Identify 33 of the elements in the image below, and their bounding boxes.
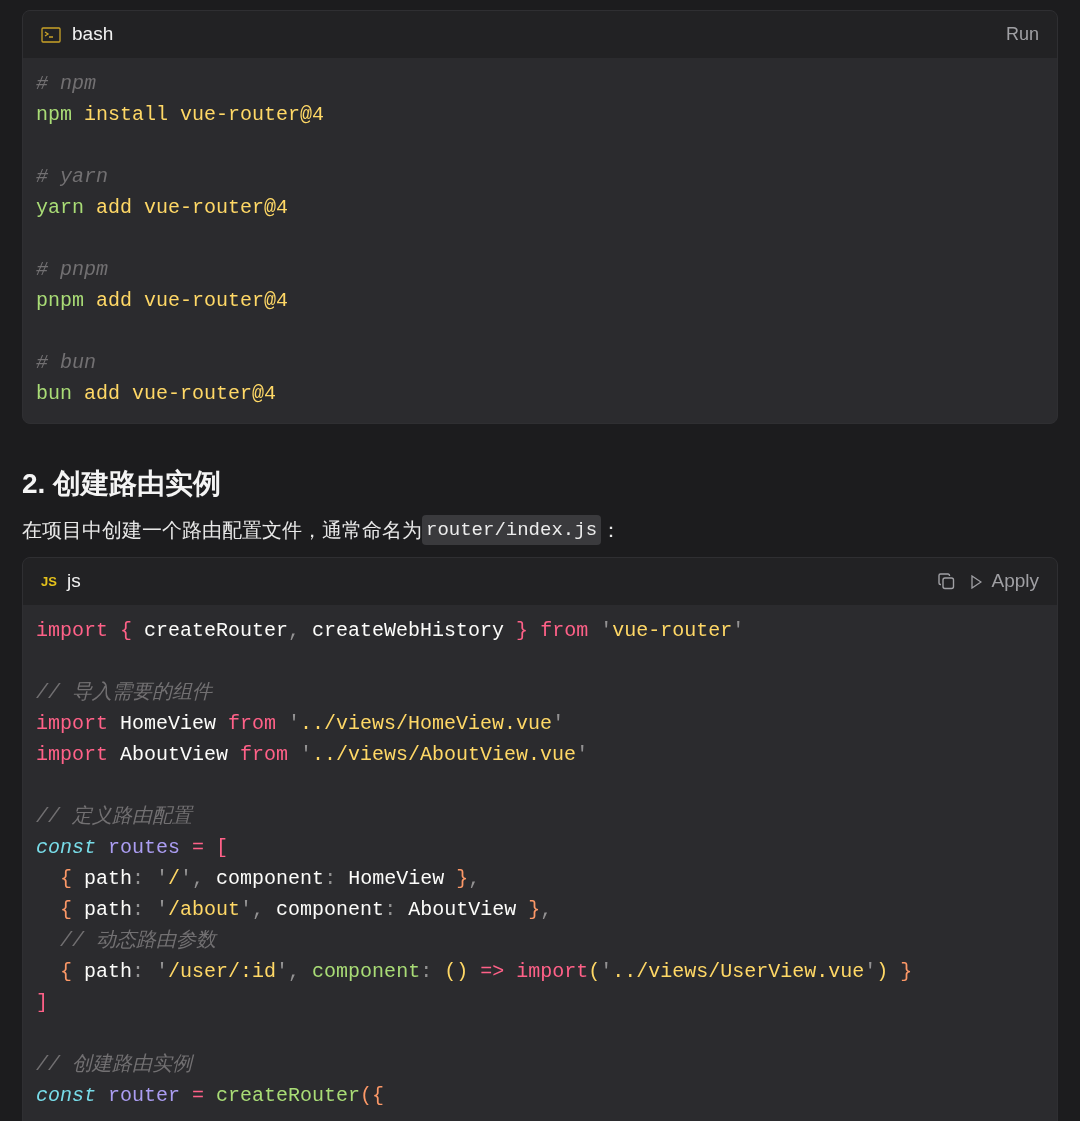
copy-icon[interactable] (938, 573, 956, 590)
code-line: const router = createRouter({ (36, 1083, 385, 1109)
code-line: import AboutView from '../views/AboutView.vue' (36, 742, 589, 768)
code-line: npm install vue-router@4 (36, 102, 325, 128)
code-line: // 创建路由实例 (36, 1052, 192, 1078)
code-line: # bun (36, 350, 96, 376)
inline-code: router/index.js (422, 515, 602, 545)
code-line: { path: '/user/:id', component: () => import('../views/UserView.vue') } (59, 959, 913, 985)
code-line: { path: '/about', component: AboutView }, (59, 897, 553, 923)
code-line: { path: '/', component: HomeView }, (59, 866, 481, 892)
play-icon (971, 574, 983, 589)
code-line: bun add vue-router@4 (36, 381, 277, 407)
code-line: // 导入需要的组件 (36, 680, 212, 706)
run-button[interactable]: Run (1005, 21, 1039, 48)
code-line: pnpm add vue-router@4 (36, 288, 289, 314)
code-line: # pnpm (36, 257, 108, 283)
code-line: ] (36, 990, 48, 1016)
apply-button[interactable]: Apply (971, 567, 1039, 596)
paragraph-text: 在项目中创建一个路由配置文件，通常命名为 (22, 518, 422, 543)
code-line: # npm (36, 71, 96, 97)
code-line: import HomeView from '../views/HomeView.vue' (36, 711, 565, 737)
language-label: js (66, 569, 81, 594)
code-line: import { createRouter, createWebHistory } from 'vue-router' (36, 618, 745, 644)
js-label: JS (41, 572, 57, 591)
code-line: const routes = [ (36, 835, 229, 861)
code-line: yarn add vue-router@4 (36, 195, 289, 221)
terminal-icon (41, 26, 61, 43)
code-line: // 定义路由配置 (36, 804, 192, 830)
code-line: // 动态路由参数 (59, 928, 216, 954)
code-line: # yarn (36, 164, 108, 190)
section-heading: 2. 创建路由实例 (22, 467, 223, 501)
punctuation-text: ： (601, 518, 622, 543)
language-label: bash (72, 22, 114, 47)
